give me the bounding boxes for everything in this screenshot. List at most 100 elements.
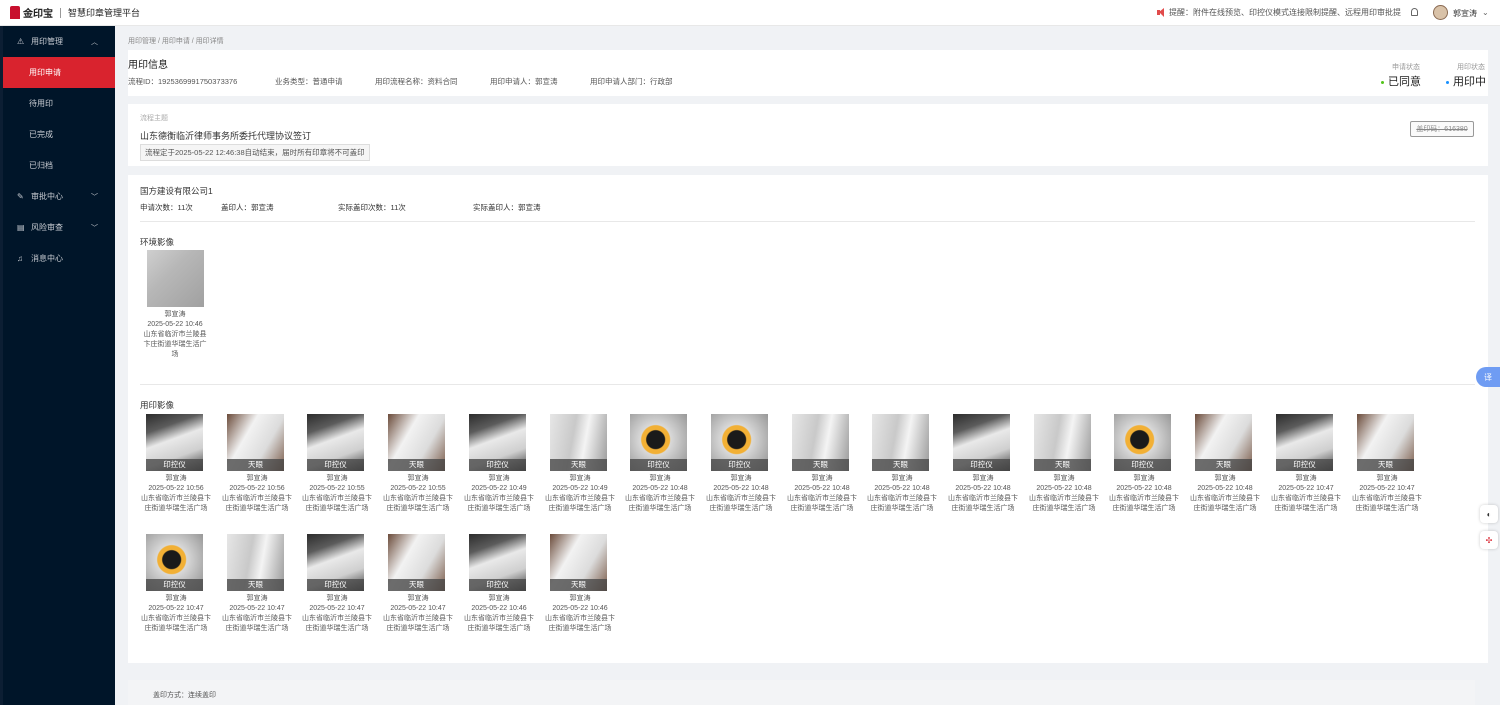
sidebar-item-label: 审批中心	[31, 192, 63, 201]
seal-image-item[interactable]: 天眼 郭宣涛 2025-05-22 10:47 山东省临沂市兰陵县卞庄街道华瑞生活广场	[1351, 414, 1423, 514]
env-photo[interactable]	[147, 250, 204, 307]
seal-image-item[interactable]: 天眼 郭宣涛 2025-05-22 10:48 山东省临沂市兰陵县卞庄街道华瑞生活广场	[1028, 414, 1100, 514]
photo-person: 郭宣涛	[1133, 475, 1155, 482]
seal-status-label: 用印状态	[1457, 64, 1485, 71]
sidebar-item-icon: ▤	[17, 223, 25, 232]
seal-photo[interactable]: 印控仪	[469, 414, 526, 471]
sidebar-item-7[interactable]: ♫ 消息中心	[3, 243, 115, 274]
source-badge: 天眼	[388, 459, 445, 471]
username[interactable]: 郭宣涛	[1453, 8, 1477, 19]
sidebar-item-label: 已归档	[29, 161, 53, 170]
seal-photo[interactable]: 印控仪	[711, 414, 768, 471]
source-badge: 天眼	[1034, 459, 1091, 471]
photo-person: 郭宣涛	[891, 475, 913, 482]
seal-photo[interactable]: 印控仪	[1114, 414, 1171, 471]
actual-sealer: 实际盖印人：郭宣涛	[473, 203, 541, 212]
seal-image-item[interactable]: 天眼 郭宣涛 2025-05-22 10:47 山东省临沂市兰陵县卞庄街道华瑞生活广场	[221, 534, 293, 634]
top-bar: 金印宝 智慧印章管理平台 提醒：附件在线预览、印控仪模式连接限制提醒、远程用印审…	[0, 0, 1500, 26]
sidebar: ⚠ 用印管理 ︿ 用印申请 待用印已完成已归档 ✎ 审批中心 ﹀ ▤ 风险审查 ﹀ ♫ 消息中心	[0, 26, 115, 705]
seal-photo[interactable]: 天眼	[227, 534, 284, 591]
sidebar-item-6[interactable]: ▤ 风险审查 ﹀	[3, 212, 115, 243]
seal-photo[interactable]: 印控仪	[1276, 414, 1333, 471]
logo-divider	[60, 7, 61, 18]
seal-photo[interactable]: 印控仪	[307, 534, 364, 591]
seal-image-item[interactable]: 印控仪 郭宣涛 2025-05-22 10:56 山东省临沂市兰陵县卞庄街道华瑞生活广…	[140, 414, 212, 514]
photo-time: 2025-05-22 10:55	[309, 485, 365, 492]
seal-image-item[interactable]: 印控仪 郭宣涛 2025-05-22 10:47 山东省临沂市兰陵县卞庄街道华瑞生活广…	[1270, 414, 1342, 514]
notice-bar[interactable]: 提醒：附件在线预览、印控仪模式连接限制提醒、远程用印审批提	[1157, 7, 1401, 18]
seal-image-item[interactable]: 天眼 郭宣涛 2025-05-22 10:49 山东省临沂市兰陵县卞庄街道华瑞生活广场	[544, 414, 616, 514]
seal-photo[interactable]: 天眼	[550, 534, 607, 591]
photo-location: 山东省临沂市兰陵县卞庄街道华瑞生活广场	[141, 615, 211, 632]
seal-image-item[interactable]: 天眼 郭宣涛 2025-05-22 10:48 山东省临沂市兰陵县卞庄街道华瑞生活广场	[786, 414, 858, 514]
notice-text: 提醒：附件在线预览、印控仪模式连接限制提醒、远程用印审批提	[1169, 8, 1401, 17]
seal-image-item[interactable]: 印控仪 郭宣涛 2025-05-22 10:47 山东省临沂市兰陵县卞庄街道华瑞生活广…	[301, 534, 373, 634]
seal-image-item[interactable]: 印控仪 郭宣涛 2025-05-22 10:48 山东省临沂市兰陵县卞庄街道华瑞生活广…	[624, 414, 696, 514]
seal-image-item[interactable]: 天眼 郭宣涛 2025-05-22 10:46 山东省临沂市兰陵县卞庄街道华瑞生活广场	[544, 534, 616, 634]
seal-image-item[interactable]: 天眼 郭宣涛 2025-05-22 10:55 山东省临沂市兰陵县卞庄街道华瑞生活广场	[382, 414, 454, 514]
seal-image-item[interactable]: 印控仪 郭宣涛 2025-05-22 10:48 山东省临沂市兰陵县卞庄街道华瑞生活广…	[705, 414, 777, 514]
seal-image-item[interactable]: 印控仪 郭宣涛 2025-05-22 10:55 山东省临沂市兰陵县卞庄街道华瑞生活广…	[301, 414, 373, 514]
seal-photo[interactable]: 天眼	[550, 414, 607, 471]
seal-photo[interactable]: 天眼	[1357, 414, 1414, 471]
sidebar-item-label: 已完成	[29, 130, 53, 139]
logo[interactable]: 金印宝	[10, 5, 53, 20]
source-badge: 天眼	[227, 459, 284, 471]
seal-images-label: 用印影像	[140, 400, 175, 410]
seal-status-value: 用印中	[1453, 76, 1486, 88]
seal-image-item[interactable]: 印控仪 郭宣涛 2025-05-22 10:47 山东省临沂市兰陵县卞庄街道华瑞生活广…	[140, 534, 212, 634]
photo-location: 山东省临沂市兰陵县卞庄街道华瑞生活广场	[545, 495, 615, 512]
photo-time: 2025-05-22 10:46	[552, 605, 608, 612]
photo-person: 郭宣涛	[730, 475, 752, 482]
seal-photo[interactable]: 天眼	[872, 414, 929, 471]
sidebar-item-0[interactable]: ⚠ 用印管理 ︿	[3, 26, 115, 57]
seal-code-badge[interactable]: 盖印码：616380	[1410, 121, 1474, 137]
apply-status-value: 已同意	[1388, 76, 1421, 88]
photo-location: 山东省临沂市兰陵县卞庄街道华瑞生活广场	[948, 495, 1018, 512]
seal-image-item[interactable]: 天眼 郭宣涛 2025-05-22 10:47 山东省临沂市兰陵县卞庄街道华瑞生活广场	[382, 534, 454, 634]
divider	[140, 384, 1475, 385]
seal-photo[interactable]: 印控仪	[146, 414, 203, 471]
translate-tab[interactable]: 译	[1476, 367, 1500, 387]
photo-location: 山东省临沂市兰陵县卞庄街道华瑞生活广场	[383, 495, 453, 512]
env-image-item[interactable]: 郭宣涛 2025-05-22 10:46 山东省临沂市兰陵县卞庄街道华瑞生活广场	[140, 250, 210, 360]
app-grid-icon[interactable]: ✣	[1480, 531, 1498, 549]
seal-image-item[interactable]: 印控仪 郭宣涛 2025-05-22 10:49 山东省临沂市兰陵县卞庄街道华瑞生活广…	[463, 414, 535, 514]
sidebar-item-4[interactable]: 已归档	[3, 150, 115, 181]
seal-logo-icon	[10, 6, 20, 19]
seal-image-item[interactable]: 天眼 郭宣涛 2025-05-22 10:48 山东省临沂市兰陵县卞庄街道华瑞生活广场	[866, 414, 938, 514]
status-dot	[1446, 80, 1449, 84]
photo-time: 2025-05-22 10:56	[229, 485, 285, 492]
seal-photo[interactable]: 印控仪	[469, 534, 526, 591]
seal-photo[interactable]: 天眼	[1195, 414, 1252, 471]
chevron-down-icon[interactable]: ⌄	[1482, 8, 1489, 17]
photo-person: 郭宣涛	[246, 475, 268, 482]
sidebar-item-5[interactable]: ✎ 审批中心 ﹀	[3, 181, 115, 212]
seal-photo[interactable]: 天眼	[1034, 414, 1091, 471]
photo-person: 郭宣涛	[326, 595, 348, 602]
avatar[interactable]	[1433, 5, 1448, 20]
photo-time: 2025-05-22 10:48	[955, 485, 1011, 492]
seal-photo[interactable]: 天眼	[388, 534, 445, 591]
seal-photo[interactable]: 天眼	[227, 414, 284, 471]
seal-photo[interactable]: 印控仪	[307, 414, 364, 471]
accessibility-icon[interactable]: ◐	[1480, 505, 1498, 523]
bell-icon[interactable]	[1411, 8, 1418, 16]
seal-image-item[interactable]: 天眼 郭宣涛 2025-05-22 10:56 山东省临沂市兰陵县卞庄街道华瑞生活广场	[221, 414, 293, 514]
seal-image-item[interactable]: 印控仪 郭宣涛 2025-05-22 10:48 山东省临沂市兰陵县卞庄街道华瑞生活广…	[947, 414, 1019, 514]
sidebar-item-3[interactable]: 已完成	[3, 119, 115, 150]
seal-photo[interactable]: 印控仪	[630, 414, 687, 471]
source-badge: 天眼	[550, 579, 607, 591]
seal-photo[interactable]: 印控仪	[953, 414, 1010, 471]
seal-photo[interactable]: 天眼	[388, 414, 445, 471]
actual-count: 实际盖印次数：11次	[338, 203, 406, 212]
business-type: 业务类型：普通申请	[275, 77, 343, 86]
seal-image-item[interactable]: 印控仪 郭宣涛 2025-05-22 10:46 山东省临沂市兰陵县卞庄街道华瑞生活广…	[463, 534, 535, 634]
sidebar-item-2[interactable]: 待用印	[3, 88, 115, 119]
source-badge: 天眼	[1357, 459, 1414, 471]
seal-image-item[interactable]: 印控仪 郭宣涛 2025-05-22 10:48 山东省临沂市兰陵县卞庄街道华瑞生活广…	[1108, 414, 1180, 514]
seal-photo[interactable]: 印控仪	[146, 534, 203, 591]
seal-photo[interactable]: 天眼	[792, 414, 849, 471]
sidebar-item-1[interactable]: 用印申请	[3, 57, 115, 88]
seal-image-item[interactable]: 天眼 郭宣涛 2025-05-22 10:48 山东省临沂市兰陵县卞庄街道华瑞生活广场	[1189, 414, 1261, 514]
